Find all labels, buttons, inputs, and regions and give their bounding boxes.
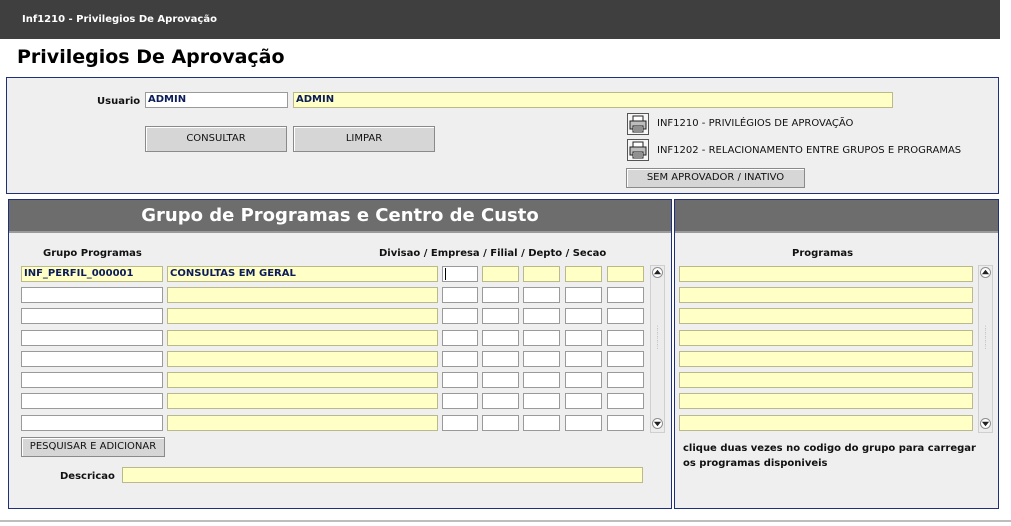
empresa-field[interactable]	[482, 372, 519, 388]
divisao-column-header: Divisao / Empresa / Filial / Depto / Sec…	[379, 248, 607, 259]
grupo-desc-field	[167, 330, 438, 346]
depto-field[interactable]	[565, 330, 602, 346]
secao-field[interactable]	[607, 330, 644, 346]
printer-icon[interactable]	[627, 113, 649, 135]
grupo-panel-header: Grupo de Programas e Centro de Custo	[9, 200, 671, 233]
grupo-code-field[interactable]	[21, 415, 163, 431]
programas-hint: clique duas vezes no codigo do grupo par…	[683, 443, 976, 469]
grupo-code-field[interactable]	[21, 351, 163, 367]
printer-icon[interactable]	[627, 139, 649, 161]
secao-field[interactable]	[607, 308, 644, 324]
programa-field	[679, 330, 973, 346]
empresa-field[interactable]	[482, 308, 519, 324]
grupo-code-field[interactable]	[21, 372, 163, 388]
depto-field[interactable]	[565, 372, 602, 388]
scroll-grip-icon[interactable]: : :: :: :	[654, 325, 662, 351]
grupo-desc-field	[167, 393, 438, 409]
empresa-field[interactable]	[482, 266, 519, 282]
programas-panel: Programas : :: :: : clique duas vezes no…	[674, 199, 999, 509]
depto-field[interactable]	[565, 308, 602, 324]
filial-field[interactable]	[523, 351, 560, 367]
grupo-code-field[interactable]	[21, 308, 163, 324]
grupo-code-field[interactable]	[21, 393, 163, 409]
divisao-field[interactable]	[442, 415, 478, 431]
grupo-desc-field	[167, 351, 438, 367]
grupo-code-field[interactable]: INF_PERFIL_000001	[21, 266, 163, 282]
depto-field[interactable]	[565, 415, 602, 431]
programa-field	[679, 372, 973, 388]
divisao-field[interactable]	[442, 351, 478, 367]
filial-field[interactable]	[523, 415, 560, 431]
pesquisar-adicionar-button[interactable]: PESQUISAR E ADICIONAR	[21, 437, 165, 457]
programas-column-header: Programas	[792, 248, 854, 259]
filial-field[interactable]	[523, 287, 560, 303]
programa-field	[679, 351, 973, 367]
secao-field[interactable]	[607, 266, 644, 282]
grupo-panel: Grupo de Programas e Centro de Custo Gru…	[8, 199, 672, 509]
divisao-field[interactable]	[442, 266, 478, 282]
consultar-button[interactable]: CONSULTAR	[145, 126, 287, 152]
filter-panel: Usuario ADMIN ADMIN CONSULTAR LIMPAR INF…	[6, 77, 999, 194]
secao-field[interactable]	[607, 372, 644, 388]
divisao-field[interactable]	[442, 393, 478, 409]
grupo-scrollbar[interactable]: : :: :: :	[650, 265, 665, 433]
depto-field[interactable]	[565, 393, 602, 409]
scroll-grip-icon[interactable]: : :: :: :	[982, 325, 990, 351]
grupo-code-field[interactable]	[21, 330, 163, 346]
secao-field[interactable]	[607, 287, 644, 303]
programa-field	[679, 287, 973, 303]
scroll-down-icon[interactable]	[652, 418, 663, 429]
filial-field[interactable]	[523, 372, 560, 388]
report-inf1202-link[interactable]: INF1202 - RELACIONAMENTO ENTRE GRUPOS E …	[657, 145, 961, 156]
secao-field[interactable]	[607, 393, 644, 409]
page-title: Privilegios De Aprovação	[17, 46, 285, 68]
descricao-field	[122, 467, 643, 483]
report-inf1210-link[interactable]: INF1210 - PRIVILÉGIOS DE APROVAÇÃO	[657, 118, 853, 129]
divisao-field[interactable]	[442, 372, 478, 388]
divisao-field[interactable]	[442, 330, 478, 346]
programa-field	[679, 266, 973, 282]
secao-field[interactable]	[607, 415, 644, 431]
scroll-up-icon[interactable]	[980, 267, 991, 278]
depto-field[interactable]	[565, 351, 602, 367]
grupo-desc-field: CONSULTAS EM GERAL	[167, 266, 438, 282]
filial-field[interactable]	[523, 266, 560, 282]
grupo-desc-field	[167, 415, 438, 431]
empresa-field[interactable]	[482, 415, 519, 431]
depto-field[interactable]	[565, 287, 602, 303]
grupo-desc-field	[167, 287, 438, 303]
scroll-down-icon[interactable]	[980, 418, 991, 429]
depto-field[interactable]	[565, 266, 602, 282]
empresa-field[interactable]	[482, 330, 519, 346]
secao-field[interactable]	[607, 351, 644, 367]
empresa-field[interactable]	[482, 393, 519, 409]
filial-field[interactable]	[523, 330, 560, 346]
window-title: Inf1210 - Privilegios De Aprovação	[22, 14, 217, 25]
grupo-desc-field	[167, 372, 438, 388]
sem-aprovador-button[interactable]: SEM APROVADOR / INATIVO	[626, 168, 805, 188]
scroll-up-icon[interactable]	[652, 267, 663, 278]
descricao-label: Descricao	[60, 471, 115, 482]
filial-field[interactable]	[523, 393, 560, 409]
grupo-programas-column-header: Grupo Programas	[43, 248, 142, 259]
programa-field	[679, 393, 973, 409]
filial-field[interactable]	[523, 308, 560, 324]
programas-scrollbar[interactable]: : :: :: :	[978, 265, 993, 433]
grupo-code-field[interactable]	[21, 287, 163, 303]
divisao-field[interactable]	[442, 308, 478, 324]
grupo-desc-field	[167, 308, 438, 324]
divisao-field[interactable]	[442, 287, 478, 303]
limpar-button[interactable]: LIMPAR	[293, 126, 435, 152]
programas-panel-header	[675, 200, 998, 233]
programa-field	[679, 308, 973, 324]
usuario-label: Usuario	[97, 96, 141, 107]
programa-field	[679, 415, 973, 431]
empresa-field[interactable]	[482, 351, 519, 367]
usuario-code-input[interactable]: ADMIN	[145, 92, 288, 108]
empresa-field[interactable]	[482, 287, 519, 303]
bottom-divider	[0, 520, 1011, 522]
window-titlebar: Inf1210 - Privilegios De Aprovação	[0, 0, 1000, 39]
usuario-name-field: ADMIN	[293, 92, 893, 108]
